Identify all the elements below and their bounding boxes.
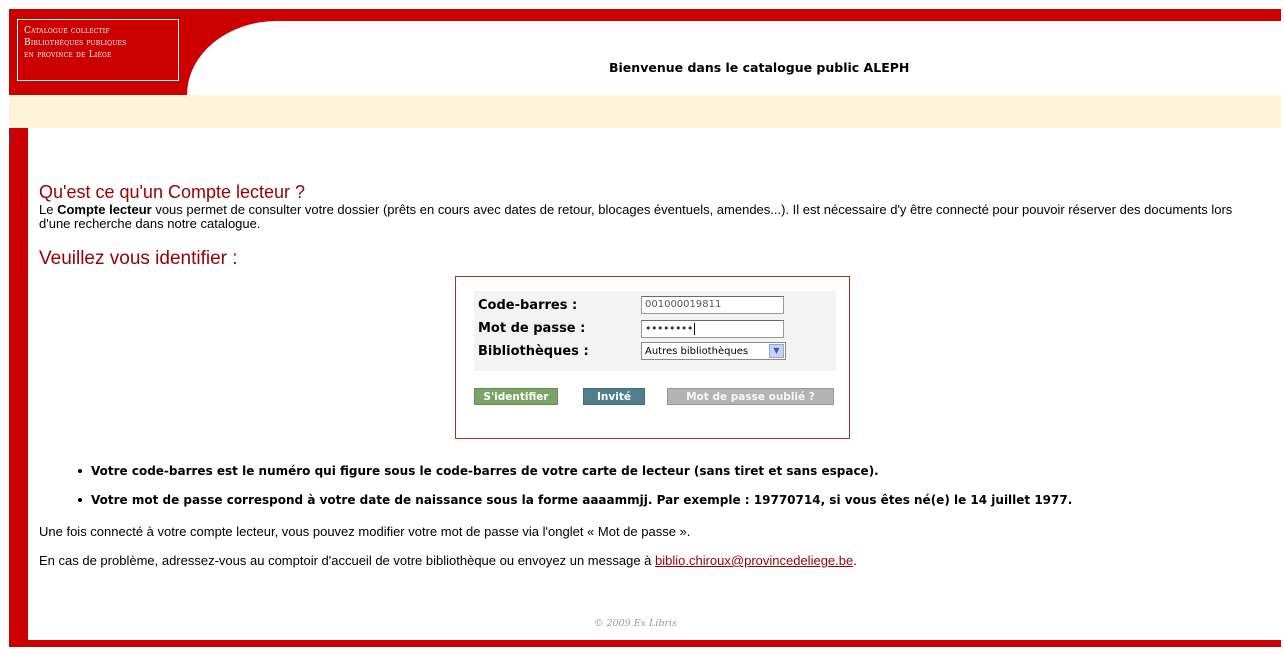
intro-suffix: vous permet de consulter votre dossier (… (39, 202, 1233, 231)
bullet-text: Votre mot de passe correspond à votre da… (91, 493, 1073, 507)
contact-suffix: . (853, 553, 857, 568)
intro-text: Le Compte lecteur vous permet de consult… (39, 203, 1259, 231)
list-item: Votre code-barres est le numéro qui figu… (78, 464, 879, 478)
menu-band (9, 95, 1281, 128)
header: Catalogue collectif Bibliothèques publiq… (9, 9, 1281, 95)
barcode-label: Code-barres : (478, 298, 578, 313)
main-content: Qu'est ce qu'un Compte lecteur ? Le Comp… (28, 128, 1281, 640)
email-link[interactable]: biblio.chiroux@provincedeliege.be (655, 553, 853, 568)
chevron-down-icon[interactable]: ▼ (769, 344, 784, 358)
bullet-icon (78, 468, 82, 473)
text-caret (693, 323, 695, 335)
catalogue-logo[interactable]: Catalogue collectif Bibliothèques publiq… (17, 19, 179, 81)
guest-button[interactable]: Invité (583, 388, 645, 405)
library-select[interactable]: Autres bibliothèques ▼ (641, 342, 786, 360)
login-form: Code-barres : 001000019811 Mot de passe … (455, 276, 850, 439)
page-frame: Catalogue collectif Bibliothèques publiq… (9, 9, 1281, 647)
copyright: © 2009 Ex Libris (594, 618, 677, 629)
library-label: Bibliothèques : (478, 344, 589, 359)
contact-prefix: En cas de problème, adressez-vous au com… (39, 553, 656, 568)
section-title-identify: Veuillez vous identifier : (39, 248, 238, 269)
logo-text: Catalogue collectif Bibliothèques publiq… (24, 26, 127, 60)
bullet-text: Votre code-barres est le numéro qui figu… (91, 464, 879, 478)
welcome-text: Bienvenue dans le catalogue public ALEPH (609, 60, 910, 75)
section-title-compte: Qu'est ce qu'un Compte lecteur ? (39, 182, 306, 202)
login-button[interactable]: S'identifier (474, 388, 558, 405)
password-mask: •••••••• (645, 322, 693, 335)
login-fields: Code-barres : 001000019811 Mot de passe … (474, 291, 836, 371)
forgot-password-button[interactable]: Mot de passe oublié ? (667, 388, 834, 405)
bullet-icon (78, 497, 82, 502)
edge-marker (9, 136, 11, 142)
contact-note: En cas de problème, adressez-vous au com… (39, 553, 857, 568)
password-change-note: Une fois connecté à votre compte lecteur… (39, 524, 691, 539)
list-item: Votre mot de passe correspond à votre da… (78, 493, 1072, 507)
header-banner (187, 21, 1281, 95)
intro-bold: Compte lecteur (57, 202, 152, 217)
barcode-input[interactable]: 001000019811 (641, 296, 784, 314)
intro-prefix: Le (39, 202, 58, 217)
password-label: Mot de passe : (478, 321, 586, 336)
password-input[interactable]: •••••••• (641, 320, 784, 338)
library-selected-value: Autres bibliothèques (645, 346, 749, 357)
